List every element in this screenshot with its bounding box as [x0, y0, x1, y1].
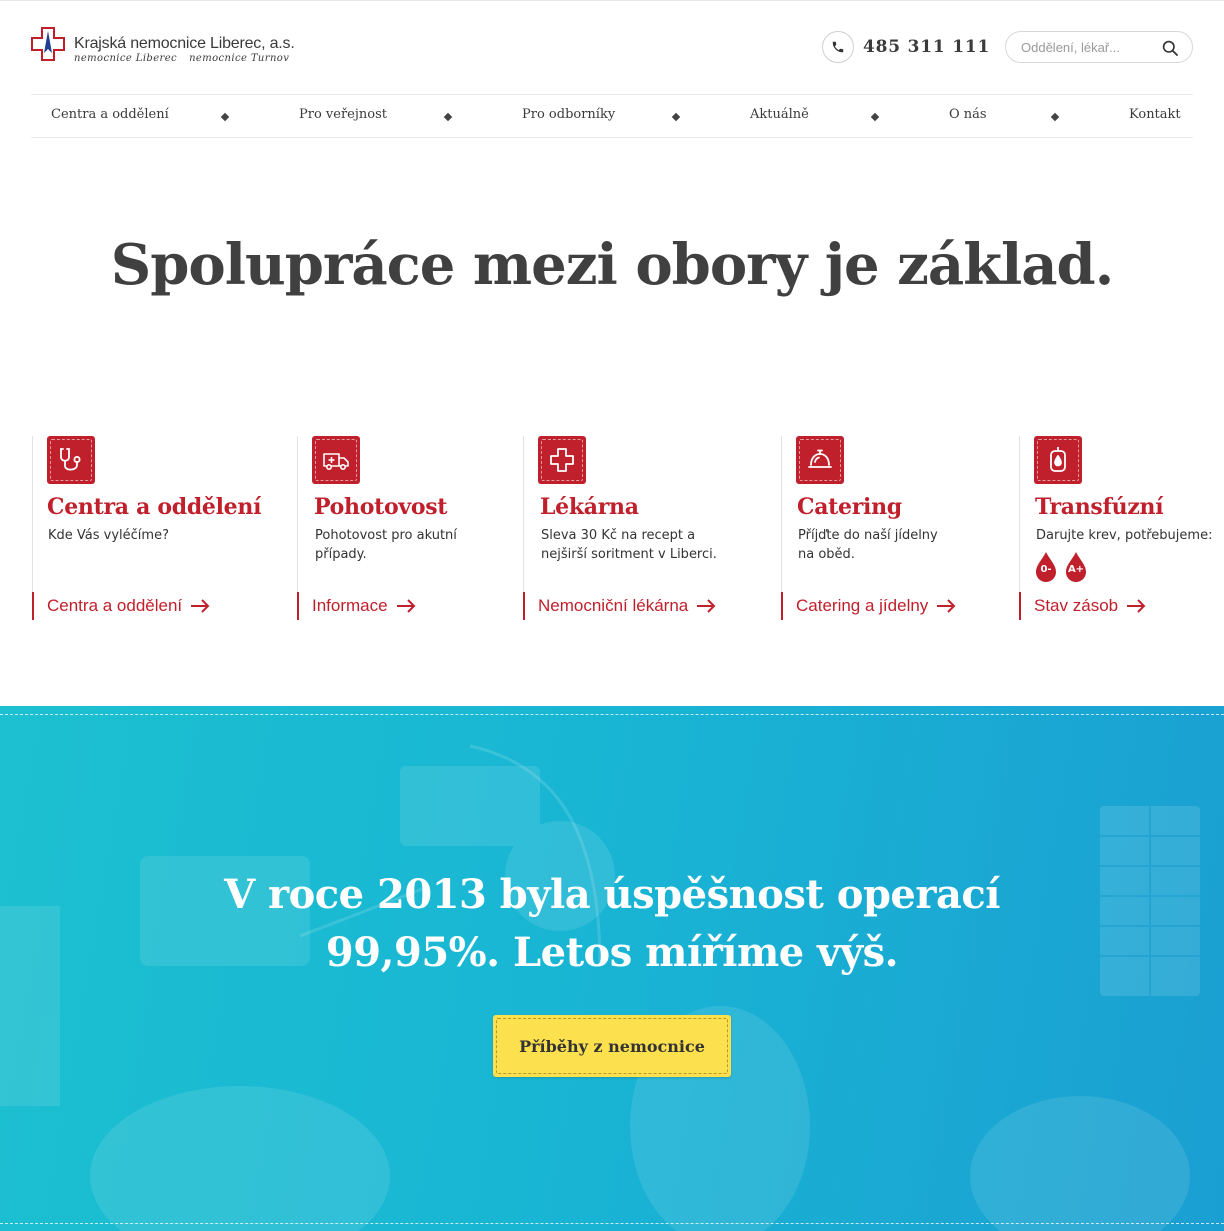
nav-item-kontakt[interactable]: Kontakt	[1129, 107, 1181, 122]
card-description-line: nejširší soritment v Liberci.	[541, 547, 717, 562]
stories-button[interactable]: Příběhy z nemocnice	[493, 1015, 731, 1077]
blood-bag-icon	[1034, 436, 1082, 484]
medical-cross-icon	[538, 436, 586, 484]
card-description: Pohotovost pro akutní případy.	[315, 526, 457, 564]
arrow-right-icon	[697, 599, 716, 613]
logo[interactable]: Krajská nemocnice Liberec, a.s. nemocnic…	[31, 27, 295, 67]
card-title: Transfúzní	[1035, 494, 1164, 520]
card-link-label: Catering a jídelny	[796, 596, 929, 615]
card-transfuzni: Transfúzní Darujte krev, potřebujeme: 0-…	[1019, 436, 1224, 622]
card-link-lekarna[interactable]: Nemocniční lékárna	[538, 596, 716, 616]
search-icon[interactable]	[1162, 40, 1178, 56]
cloche-icon	[796, 436, 844, 484]
card-description: Darujte krev, potřebujeme:	[1036, 526, 1212, 545]
blood-drop-icon: A+	[1065, 552, 1087, 582]
site-header: Krajská nemocnice Liberec, a.s. nemocnic…	[0, 0, 1224, 94]
logo-subtitle: nemocnice Liberec nemocnice Turnov	[74, 53, 289, 64]
nav-separator	[220, 112, 230, 122]
card-title: Centra a oddělení	[47, 494, 262, 520]
blood-type-label: A+	[1067, 564, 1085, 575]
link-bar	[32, 592, 34, 620]
blood-drop-icon: 0-	[1035, 552, 1057, 582]
nav-separator	[870, 112, 880, 122]
card-lekarna: Lékárna Sleva 30 Kč na recept a nejširší…	[523, 436, 768, 622]
link-bar	[1019, 592, 1021, 620]
blood-type-label: 0-	[1040, 564, 1052, 575]
card-link-catering[interactable]: Catering a jídelny	[796, 596, 956, 616]
nav-item-aktualne[interactable]: Aktuálně	[750, 107, 809, 122]
ambulance-icon	[312, 436, 360, 484]
hospital-cross-logo-icon	[31, 27, 65, 61]
phone-number[interactable]: 485 311 111	[863, 37, 990, 57]
nav-item-verejnost[interactable]: Pro veřejnost	[299, 107, 387, 122]
arrow-right-icon	[191, 599, 210, 613]
stories-button-label: Příběhy z nemocnice	[519, 1036, 705, 1056]
banner-title: V roce 2013 byla úspěšnost operací 99,95…	[0, 866, 1224, 982]
hero-banner: V roce 2013 byla úspěšnost operací 99,95…	[0, 706, 1224, 1231]
arrow-right-icon	[1127, 599, 1146, 613]
banner-dashed-border-top	[0, 714, 1224, 715]
link-bar	[781, 592, 783, 620]
card-link-label: Centra a oddělení	[47, 596, 183, 615]
card-description-line: Sleva 30 Kč na recept a	[541, 528, 696, 543]
card-description-line: Darujte krev, potřebujeme:	[1036, 528, 1213, 543]
card-catering: Catering Příjďte do naší jídelny na oběd…	[781, 436, 1006, 622]
logo-title: Krajská nemocnice Liberec, a.s.	[74, 35, 295, 52]
card-description-line: Pohotovost pro akutní	[315, 528, 457, 543]
nav-item-centra[interactable]: Centra a oddělení	[51, 107, 169, 122]
card-title: Catering	[797, 494, 902, 520]
card-description: Sleva 30 Kč na recept a nejširší soritme…	[541, 526, 717, 564]
card-link-label: Informace	[312, 596, 388, 615]
nav-separator	[671, 112, 681, 122]
link-bar	[297, 592, 299, 620]
card-description-line: na oběd.	[798, 547, 855, 562]
card-pohotovost: Pohotovost Pohotovost pro akutní případy…	[297, 436, 507, 622]
card-description: Příjďte do naší jídelny na oběd.	[798, 526, 938, 564]
main-nav: Centra a oddělení Pro veřejnost Pro odbo…	[31, 94, 1193, 138]
banner-dashed-border-bottom	[0, 1223, 1224, 1224]
nav-item-o-nas[interactable]: O nás	[949, 107, 987, 122]
arrow-right-icon	[396, 599, 416, 613]
phone-icon	[822, 31, 854, 63]
card-link-centra[interactable]: Centra a oddělení	[47, 596, 210, 616]
card-title: Pohotovost	[314, 494, 448, 520]
hero-title: Spolupráce mezi obory je základ.	[110, 232, 1114, 298]
card-description: Kde Vás vyléčíme?	[48, 526, 169, 545]
card-description-line: případy.	[315, 547, 367, 562]
card-link-stav-zasob[interactable]: Stav zásob	[1034, 596, 1146, 616]
card-description-line: Kde Vás vyléčíme?	[48, 528, 169, 543]
banner-title-line: 99,95%. Letos míříme výš.	[325, 929, 899, 976]
card-link-label: Nemocniční lékárna	[538, 596, 689, 615]
card-description-line: Příjďte do naší jídelny	[798, 528, 938, 543]
card-link-informace[interactable]: Informace	[312, 596, 416, 616]
nav-item-odbornici[interactable]: Pro odborníky	[522, 107, 615, 122]
card-title: Lékárna	[540, 494, 639, 520]
phone-contact[interactable]: 485 311 111	[822, 31, 990, 63]
card-centra: Centra a oddělení Kde Vás vyléčíme? Cent…	[32, 436, 282, 622]
logo-sub-turnov: nemocnice Turnov	[189, 53, 290, 64]
search-input[interactable]	[1021, 39, 1151, 55]
banner-title-line: V roce 2013 byla úspěšnost operací	[224, 871, 1000, 918]
card-link-label: Stav zásob	[1034, 596, 1119, 615]
nav-separator	[1050, 112, 1060, 122]
nav-separator	[443, 112, 453, 122]
arrow-right-icon	[937, 599, 956, 613]
search-box	[1005, 31, 1193, 63]
stethoscope-icon	[47, 436, 95, 484]
logo-sub-liberec: nemocnice Liberec	[74, 53, 178, 64]
link-bar	[523, 592, 525, 620]
